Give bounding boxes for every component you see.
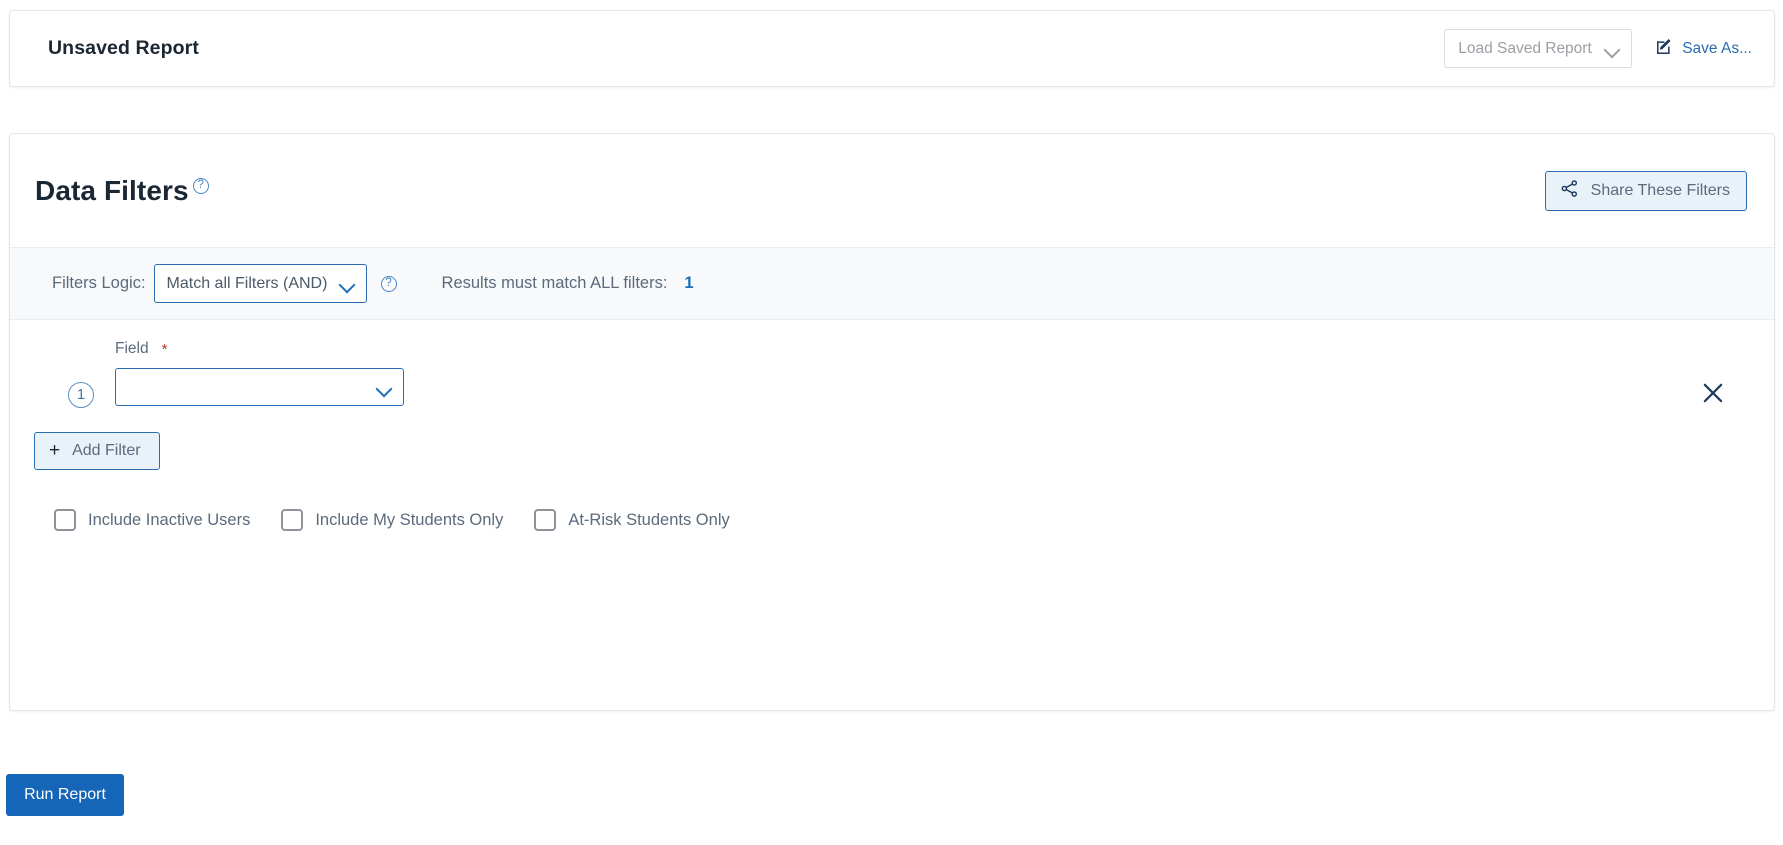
checkbox-label: Include Inactive Users: [88, 510, 251, 529]
data-filters-card: Data Filters ? Share These Filters Filte…: [9, 133, 1775, 711]
filter-field-label: Field: [115, 340, 149, 357]
chevron-down-icon: [1605, 44, 1620, 53]
filter-row-index-badge: 1: [68, 382, 94, 408]
data-filters-header: Data Filters ? Share These Filters: [10, 134, 1774, 247]
page-title: Unsaved Report: [48, 37, 199, 59]
filters-logic-select[interactable]: Match all Filters (AND): [153, 264, 367, 303]
load-saved-report-select[interactable]: Load Saved Report: [1444, 29, 1633, 68]
data-filters-title-wrap: Data Filters ?: [35, 174, 209, 206]
edit-pencil-square-icon: [1655, 37, 1674, 61]
share-these-filters-button[interactable]: Share These Filters: [1544, 170, 1747, 211]
checkbox-at-risk-students-only[interactable]: At-Risk Students Only: [534, 509, 730, 531]
checkbox-include-my-students-only[interactable]: Include My Students Only: [281, 509, 503, 531]
required-asterisk: *: [161, 340, 168, 358]
filter-field-label-row: Field *: [115, 338, 404, 360]
filter-field-group: Field *: [115, 338, 404, 406]
checkbox-label: At-Risk Students Only: [568, 510, 730, 529]
load-saved-report-placeholder: Load Saved Report: [1458, 39, 1592, 57]
checkbox-box[interactable]: [54, 509, 76, 531]
checkbox-box[interactable]: [281, 509, 304, 531]
remove-filter-button[interactable]: [1700, 380, 1726, 406]
share-nodes-icon: [1560, 179, 1579, 203]
filter-field-select[interactable]: [115, 368, 404, 406]
filter-rows-area: 1 Field * + Add Filter Include Inactive …: [10, 320, 1774, 584]
report-header-card: Unsaved Report Load Saved Report Save As…: [9, 10, 1775, 87]
filters-logic-selected-value: Match all Filters (AND): [166, 274, 328, 292]
run-report-button[interactable]: Run Report: [6, 774, 124, 816]
filter-row: 1 Field *: [10, 338, 1774, 416]
filters-match-count: 1: [684, 274, 694, 292]
chevron-down-icon: [340, 279, 355, 288]
question-mark-circle-icon[interactable]: ?: [192, 177, 209, 194]
chevron-down-icon: [377, 383, 392, 392]
data-filters-title: Data Filters: [35, 174, 189, 206]
filter-options-checkboxes: Include Inactive Users Include My Studen…: [10, 456, 1774, 584]
checkbox-box[interactable]: [534, 509, 557, 531]
header-actions: Load Saved Report Save As...: [1444, 29, 1752, 68]
filters-match-description: Results must match ALL filters:: [441, 274, 668, 292]
checkbox-include-inactive-users[interactable]: Include Inactive Users: [54, 509, 250, 531]
question-mark-circle-icon[interactable]: ?: [380, 275, 397, 292]
filters-logic-bar: Filters Logic: Match all Filters (AND) ?…: [10, 247, 1774, 320]
save-as-label: Save As...: [1682, 39, 1752, 57]
report-builder-page: Unsaved Report Load Saved Report Save As…: [0, 0, 1783, 845]
checkbox-label: Include My Students Only: [315, 510, 504, 529]
share-these-filters-label: Share These Filters: [1590, 181, 1730, 199]
filters-logic-label: Filters Logic:: [52, 274, 146, 292]
save-as-button[interactable]: Save As...: [1655, 37, 1752, 61]
